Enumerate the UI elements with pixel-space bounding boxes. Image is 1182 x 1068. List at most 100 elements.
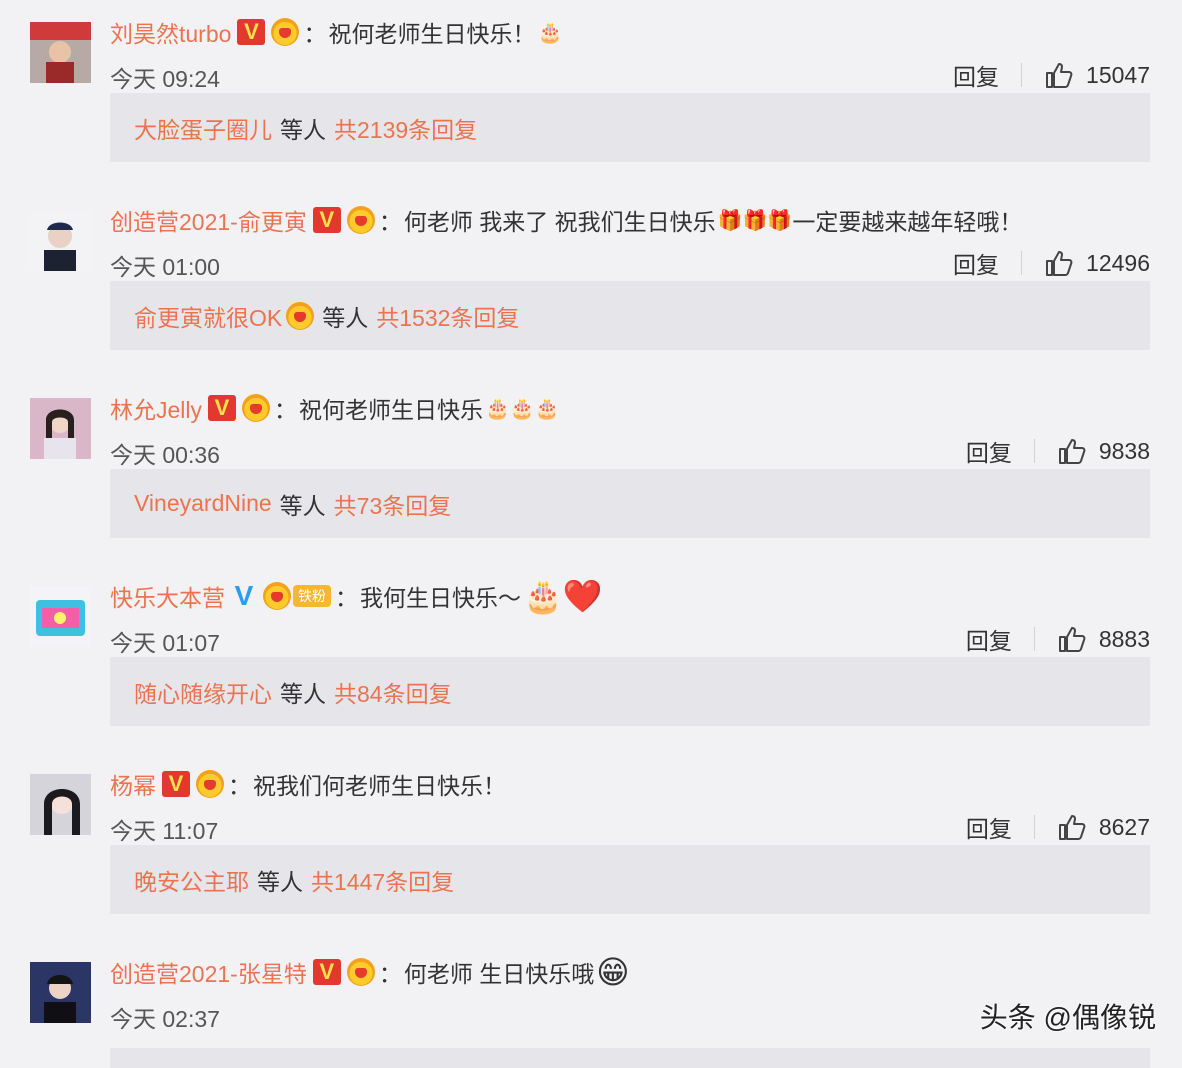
timestamp: 今天 01:00 — [110, 254, 220, 280]
thumbs-up-icon[interactable] — [1057, 812, 1087, 842]
username-link[interactable]: 快乐大本营 — [110, 579, 225, 613]
verified-badge: V — [208, 395, 237, 421]
sub-reply-total[interactable]: 共84条回复 — [334, 675, 452, 709]
comment-actions: 回复 8627 — [966, 810, 1150, 844]
thumbs-up-icon[interactable] — [1044, 248, 1074, 278]
sub-replies-box[interactable] — [110, 1048, 1150, 1068]
comment-text: 祝何老师生日快乐 — [299, 397, 484, 423]
sub-reply-deng: 等人 — [279, 492, 326, 519]
sub-replies-box[interactable]: VineyardNine 等人 共73条回复 — [110, 469, 1150, 538]
comment-text: 何老师 我来了 祝我们生日快乐 — [403, 209, 716, 235]
comment-text: 祝何老师生日快乐！ — [328, 21, 536, 47]
username-link[interactable]: 创造营2021-俞更寅 — [110, 203, 307, 237]
reply-button[interactable]: 回复 — [953, 246, 999, 280]
separator: ： — [274, 397, 298, 423]
sub-replies-box[interactable]: 俞更寅就很OK 等人 共1532条回复 — [110, 281, 1150, 350]
verified-badge: V — [237, 19, 266, 45]
timestamp: 今天 00:36 — [110, 442, 220, 468]
comment-text: 祝我们何老师生日快乐！ — [253, 773, 506, 799]
thumbs-up-icon[interactable] — [1057, 624, 1087, 654]
timestamp: 今天 02:37 — [110, 1006, 220, 1032]
crown-icon — [286, 301, 315, 330]
separator: ： — [378, 209, 402, 235]
fan-badge: 铁粉 — [293, 585, 331, 607]
cake-emoji: 🎂🎂🎂 — [485, 397, 560, 420]
avatar[interactable] — [30, 210, 91, 271]
avatar[interactable] — [30, 398, 91, 459]
thumbs-up-icon[interactable] — [1044, 60, 1074, 90]
avatar[interactable] — [30, 586, 91, 647]
avatar[interactable] — [30, 774, 91, 835]
separator: ： — [378, 961, 402, 987]
like-count: 8627 — [1098, 813, 1150, 840]
sub-replies-box[interactable]: 大脸蛋子圈儿 等人 共2139条回复 — [110, 93, 1150, 162]
comment-item: 林允Jelly V ： 祝何老师生日快乐 🎂🎂🎂 今天 00:36 回复 983… — [0, 376, 1182, 564]
reply-button[interactable]: 回复 — [953, 58, 999, 92]
sub-reply-user[interactable]: 随心随缘开心 — [134, 675, 272, 709]
sub-reply-total[interactable]: 共2139条回复 — [334, 111, 477, 145]
sub-reply-user[interactable]: 晚安公主耶 — [134, 863, 249, 897]
divider — [1021, 63, 1023, 87]
username-link[interactable]: 杨幂 — [110, 767, 156, 801]
comment-text: 我何生日快乐～ — [360, 585, 521, 611]
crown-icon — [271, 18, 300, 46]
separator: ： — [335, 585, 358, 611]
comment-header: 创造营2021-俞更寅 V ： 何老师 我来了 祝我们生日快乐 🎁🎁🎁 一定要越… — [110, 202, 1022, 238]
comment-header: 创造营2021-张星特 V ： 何老师 生日快乐哦 😁 — [110, 954, 630, 990]
sub-reply-deng: 等人 — [280, 116, 326, 143]
thumbs-up-icon[interactable] — [1057, 436, 1087, 466]
reply-button[interactable]: 回复 — [966, 622, 1012, 656]
comment-text-after: 一定要越来越年轻哦！ — [792, 209, 1023, 235]
verified-badge: V — [312, 959, 341, 985]
comment-actions: 回复 8883 — [966, 622, 1150, 656]
comment-item: 杨幂 V ： 祝我们何老师生日快乐！ 今天 11:07 回复 8627 晚安公主… — [0, 752, 1182, 940]
crown-icon — [263, 582, 291, 610]
separator: ： — [228, 773, 251, 799]
watermark: 头条 @偶像锐 — [979, 1002, 1156, 1033]
comment-item: 创造营2021-俞更寅 V ： 何老师 我来了 祝我们生日快乐 🎁🎁🎁 一定要越… — [0, 188, 1182, 376]
comment-item: 快乐大本营 V 铁粉 ： 我何生日快乐～ 🎂❤️ 今天 01:07 回复 888… — [0, 564, 1182, 752]
verified-badge: V — [162, 771, 190, 797]
verified-badge: V — [234, 580, 254, 611]
cake-emoji: 🎂 — [537, 21, 563, 44]
like-count: 12496 — [1086, 249, 1150, 276]
username-link[interactable]: 林允Jelly — [110, 391, 202, 425]
timestamp: 今天 01:07 — [110, 630, 220, 656]
comment-header: 刘昊然turbo V ： 祝何老师生日快乐！ 🎂 — [110, 14, 562, 50]
comment-actions: 回复 15047 — [953, 58, 1150, 92]
comment-actions: 回复 12496 — [953, 246, 1150, 280]
reply-button[interactable]: 回复 — [966, 810, 1012, 844]
sub-reply-deng: 等人 — [280, 680, 326, 707]
avatar[interactable] — [30, 962, 91, 1023]
grin-emoji: 😁 — [596, 954, 630, 990]
sub-reply-total[interactable]: 共1532条回复 — [376, 299, 519, 333]
comment-header: 林允Jelly V ： 祝何老师生日快乐 🎂🎂🎂 — [110, 390, 560, 426]
cake-heart-emoji: 🎂❤️ — [523, 578, 603, 614]
comment-header: 快乐大本营 V 铁粉 ： 我何生日快乐～ 🎂❤️ — [110, 578, 603, 614]
sub-reply-user[interactable]: 俞更寅就很OK — [134, 299, 282, 333]
username-link[interactable]: 刘昊然turbo — [110, 15, 231, 49]
timestamp: 今天 09:24 — [110, 66, 220, 92]
comment-actions: 回复 9838 — [966, 434, 1150, 468]
crown-icon — [346, 958, 375, 986]
sub-reply-total[interactable]: 共1447条回复 — [311, 863, 454, 897]
sub-replies-box[interactable]: 随心随缘开心 等人 共84条回复 — [110, 657, 1150, 726]
separator: ： — [303, 21, 327, 47]
like-count: 9838 — [1098, 437, 1150, 464]
crown-icon — [196, 770, 224, 798]
sub-reply-user[interactable]: VineyardNine — [134, 490, 272, 517]
crown-icon — [346, 206, 375, 234]
divider — [1033, 627, 1035, 651]
divider — [1033, 815, 1035, 839]
sub-reply-total[interactable]: 共73条回复 — [334, 487, 452, 521]
like-count: 8883 — [1098, 625, 1150, 652]
reply-button[interactable]: 回复 — [966, 434, 1012, 468]
sub-replies-box[interactable]: 晚安公主耶 等人 共1447条回复 — [110, 845, 1150, 914]
comment-header: 杨幂 V ： 祝我们何老师生日快乐！ — [110, 766, 506, 802]
sub-reply-user[interactable]: 大脸蛋子圈儿 — [134, 111, 272, 145]
comment-text: 何老师 生日快乐哦 — [403, 961, 595, 987]
gift-emoji: 🎁🎁🎁 — [717, 209, 793, 232]
divider — [1033, 439, 1035, 463]
username-link[interactable]: 创造营2021-张星特 — [110, 955, 307, 989]
avatar[interactable] — [30, 22, 91, 83]
